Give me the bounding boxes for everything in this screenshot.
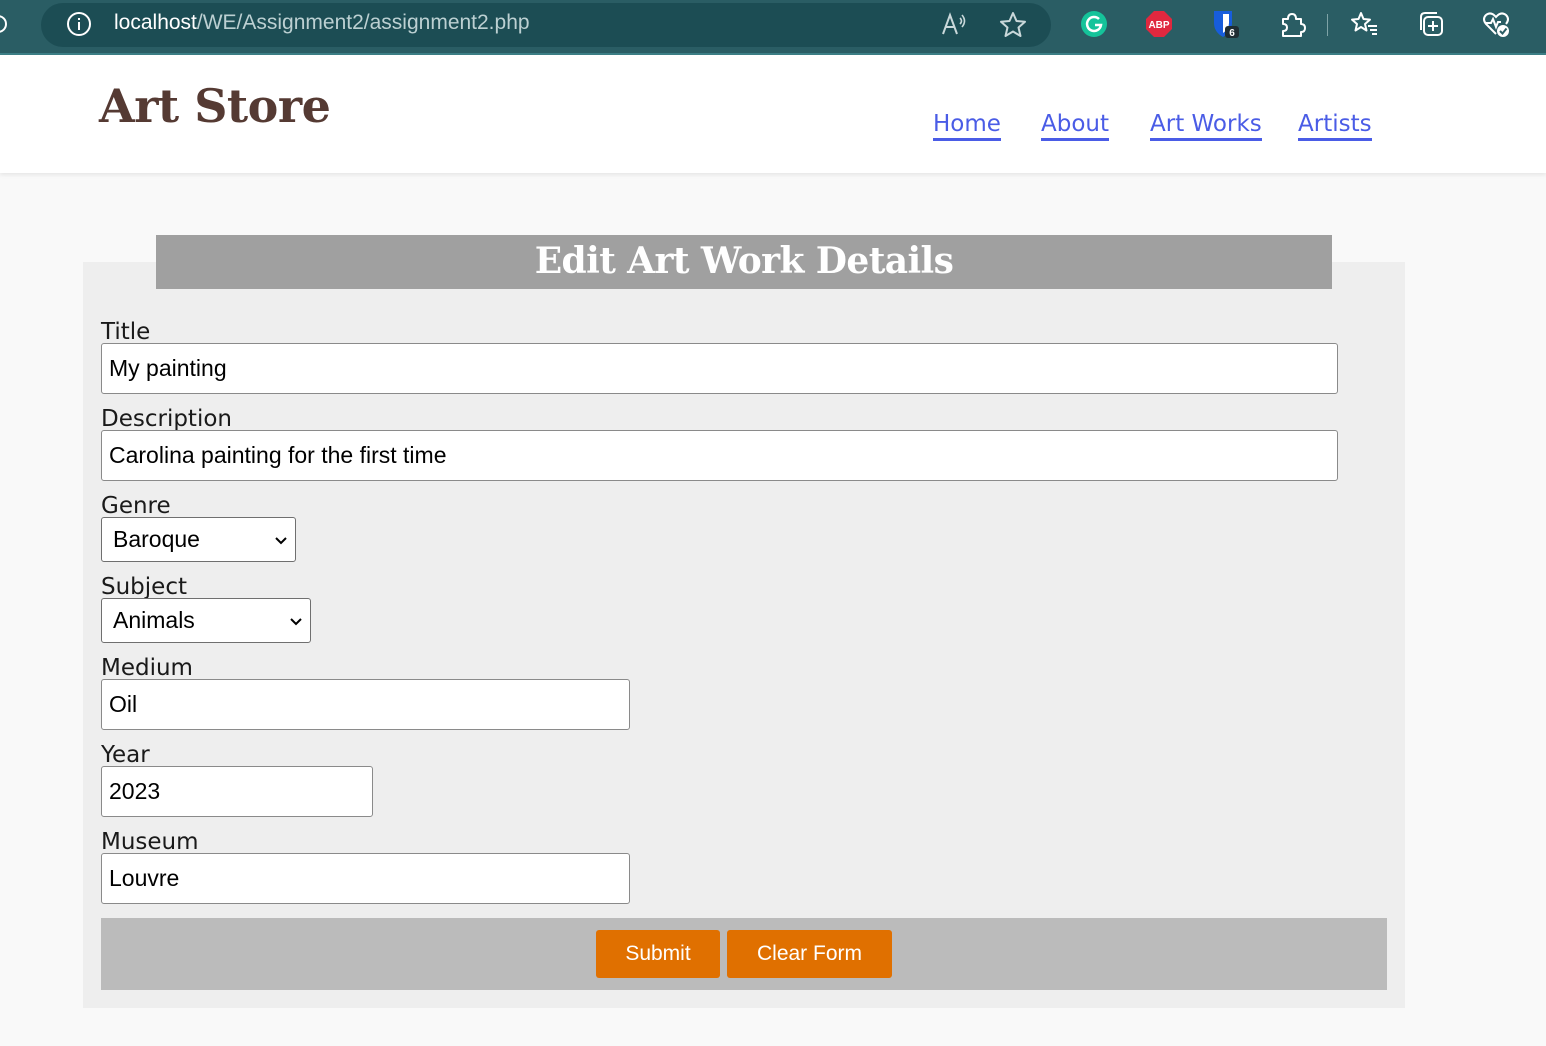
site-title: Art Store	[99, 79, 331, 133]
medium-input[interactable]: Oil	[101, 679, 630, 730]
description-label: Description	[101, 406, 232, 432]
genre-selected-value: Baroque	[113, 526, 200, 552]
medium-label: Medium	[101, 655, 193, 681]
year-label: Year	[101, 742, 150, 768]
collections-icon[interactable]	[1417, 10, 1445, 38]
title-label: Title	[101, 319, 151, 345]
star-icon[interactable]	[998, 10, 1028, 40]
nav-art-works-link[interactable]: Art Works	[1150, 110, 1262, 141]
chevron-down-icon	[275, 537, 287, 545]
clear-form-button[interactable]: Clear Form	[727, 930, 892, 978]
form-button-bar: Submit Clear Form	[101, 918, 1387, 990]
browser-toolbar: localhost/WE/Assignment2/assignment2.php…	[0, 0, 1546, 53]
subject-label: Subject	[101, 574, 187, 600]
chevron-down-icon	[290, 618, 302, 626]
form-heading: Edit Art Work Details	[534, 240, 954, 282]
read-aloud-icon[interactable]	[940, 10, 968, 38]
bitwarden-icon[interactable]: 6	[1211, 10, 1239, 38]
title-input[interactable]: My painting	[101, 343, 1338, 394]
nav-home-link[interactable]: Home	[933, 110, 1001, 141]
description-input[interactable]: Carolina painting for the first time	[101, 430, 1338, 481]
favorites-icon[interactable]	[1350, 10, 1378, 38]
nav-artists-link[interactable]: Artists	[1298, 110, 1372, 141]
site-info-icon[interactable]	[66, 11, 92, 37]
museum-input[interactable]: Louvre	[101, 853, 630, 904]
form-heading-bar: Edit Art Work Details	[156, 235, 1332, 289]
nav-about-link[interactable]: About	[1041, 110, 1110, 141]
bitwarden-badge: 6	[1229, 28, 1235, 38]
subject-select[interactable]: Animals	[101, 598, 311, 643]
url-path: /WE/Assignment2/assignment2.php	[196, 11, 530, 34]
abp-label: ABP	[1148, 20, 1169, 31]
site-header: Art Store Home About Art Works Artists	[0, 55, 1546, 173]
museum-label: Museum	[101, 829, 199, 855]
genre-label: Genre	[101, 493, 171, 519]
genre-select[interactable]: Baroque	[101, 517, 296, 562]
url-host: localhost	[114, 11, 197, 34]
url-text[interactable]: localhost/WE/Assignment2/assignment2.php	[114, 11, 530, 35]
year-input[interactable]: 2023	[101, 766, 373, 817]
adblock-plus-icon[interactable]: ABP	[1145, 10, 1173, 38]
browser-essentials-icon[interactable]	[1482, 10, 1510, 38]
subject-selected-value: Animals	[113, 607, 195, 633]
extensions-puzzle-icon[interactable]	[1278, 10, 1306, 38]
submit-button[interactable]: Submit	[596, 930, 720, 978]
reload-icon[interactable]	[0, 12, 14, 36]
toolbar-separator	[1327, 14, 1328, 36]
grammarly-icon[interactable]	[1080, 10, 1108, 38]
